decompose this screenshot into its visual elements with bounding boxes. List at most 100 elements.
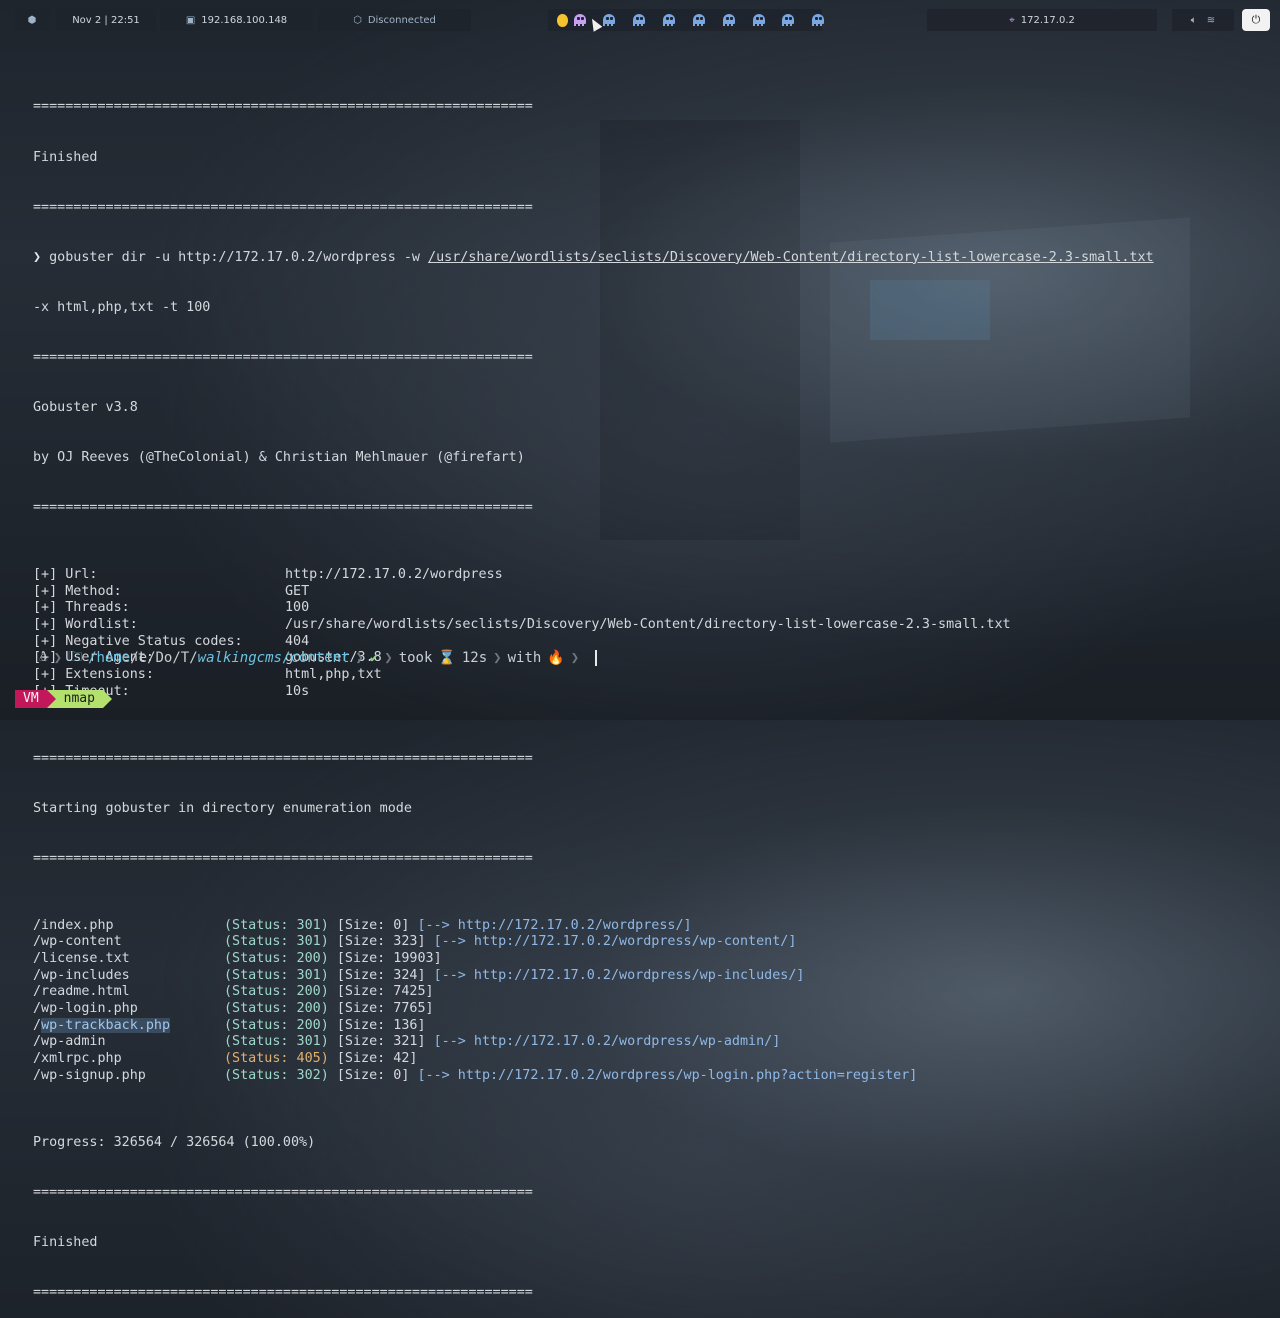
workspace-ghost-icon[interactable] xyxy=(692,14,705,26)
separator-line: ========================================… xyxy=(33,99,533,115)
wifi-icon[interactable]: ≋ xyxy=(1207,15,1215,26)
host-ip-widget[interactable]: ▣ 192.168.100.148 xyxy=(160,9,313,31)
chevron-right-icon: ❯ xyxy=(53,650,63,666)
powerline-separator xyxy=(46,690,56,708)
config-value: /usr/share/wordlists/seclists/Discovery/… xyxy=(285,617,1011,633)
config-row: [+] Timeout:10s xyxy=(33,684,1280,701)
result-size: [Size: 321] xyxy=(336,1034,426,1050)
workspace-ghost-icon[interactable] xyxy=(633,14,645,26)
result-path: /index.php xyxy=(33,917,114,933)
dir-walkingcms: walkingcms xyxy=(197,650,282,666)
config-row: [+] Url: http://172.17.0.2/wordpress xyxy=(33,567,1280,584)
target-ip-widget[interactable]: ⌖ 172.17.0.2 xyxy=(927,9,1157,31)
volume-icon[interactable]: 🔈︎ xyxy=(1191,15,1197,26)
shell-prompt[interactable]: 🐧︎ ❯ 🗀 /home/e/Do/T/walkingcms/content ❯… xyxy=(33,648,598,668)
result-size: [Size: 324] xyxy=(336,967,426,983)
workspace-ghost-icon[interactable] xyxy=(752,14,765,26)
config-value: GET xyxy=(285,583,310,599)
result-status: (Status: 200) xyxy=(224,984,329,1000)
workspace-ghost-icon[interactable] xyxy=(573,14,586,26)
with-label: with xyxy=(507,650,542,666)
text-cursor xyxy=(595,650,598,666)
separator-line: ========================================… xyxy=(33,1184,533,1200)
chevron-right-icon: ❯ xyxy=(570,650,580,666)
result-row: /license.txt (Status: 200) [Size: 19903] xyxy=(33,951,1280,968)
result-size: [Size: 136] xyxy=(336,1017,426,1033)
result-path: /license.txt xyxy=(33,950,130,966)
dir-home: /home xyxy=(88,650,131,666)
workspace-ghost-icon[interactable] xyxy=(812,14,824,26)
wordlist-path: /usr/share/wordlists/seclists/Discovery/… xyxy=(428,249,1154,265)
authors-text: by OJ Reeves (@TheColonial) & Christian … xyxy=(33,450,525,466)
result-row: /wp-login.php (Status: 200) [Size: 7765] xyxy=(33,1001,1280,1018)
target-icon: ⌖ xyxy=(1009,14,1015,26)
chevron-right-icon: ❯ xyxy=(493,650,502,666)
workspace-ghost-icon[interactable] xyxy=(722,14,735,26)
result-size: [Size: 0] xyxy=(336,1067,410,1083)
config-key: [+] Wordlist: xyxy=(33,617,138,633)
monitor-icon: ▣ xyxy=(185,14,196,26)
command-line-cont: -x html,php,txt -t 100 xyxy=(33,299,211,315)
result-row: /wp-trackback.php (Status: 200) [Size: 13… xyxy=(33,1017,1280,1035)
datetime-widget[interactable]: Nov 2 | 22:51 xyxy=(56,9,156,31)
result-path: /wp-admin xyxy=(33,1034,106,1050)
target-ip-text: 172.17.0.2 xyxy=(1020,14,1075,26)
result-row: /xmlrpc.php (Status: 405) [Size: 42] xyxy=(33,1051,1280,1068)
result-redirect: [--> http://172.17.0.2/wordpress/] xyxy=(417,917,692,933)
launcher-button[interactable]: ⬢ xyxy=(15,9,49,31)
command-text: gobuster dir -u http://172.17.0.2/wordpr… xyxy=(49,249,429,265)
result-status: (Status: 301) xyxy=(224,934,329,950)
workspace-ghost-icon[interactable] xyxy=(663,14,675,26)
config-key: [+] Threads: xyxy=(33,600,130,616)
result-path: /wp-trackback.php xyxy=(33,1017,224,1035)
finished-text: Finished xyxy=(33,1234,98,1250)
result-status: (Status: 200) xyxy=(224,1017,329,1033)
chevron-right-icon: ❯ xyxy=(384,650,393,666)
result-path-prefix: / xyxy=(33,1017,42,1033)
system-tray: 🔈︎ ≋ xyxy=(1172,9,1234,31)
tmux-session[interactable]: VM xyxy=(15,690,47,708)
cube-icon: ⬢ xyxy=(27,14,37,26)
penguin-icon: 🐧︎ xyxy=(39,649,48,665)
config-row: [+] Threads: 100 xyxy=(33,600,1280,617)
result-row: /wp-signup.php (Status: 302) [Size: 0] [-… xyxy=(33,1068,1280,1085)
separator-line: ========================================… xyxy=(33,750,533,766)
result-status: (Status: 302) xyxy=(224,1067,329,1083)
powerline-separator xyxy=(102,690,112,708)
result-size: [Size: 323] xyxy=(336,934,426,950)
result-path: /wp-includes xyxy=(33,967,130,983)
result-size: [Size: 7765] xyxy=(336,1000,434,1016)
terminal-output[interactable]: ========================================… xyxy=(33,66,1280,1318)
config-block: [+] Url: http://172.17.0.2/wordpress [+] M… xyxy=(33,567,1280,701)
result-redirect: [--> http://172.17.0.2/wordpress/wp-admi… xyxy=(433,1034,781,1050)
prompt-arrow-icon: ❯ xyxy=(33,249,42,265)
check-icon: ✔ xyxy=(369,650,379,666)
workspace-ghost-icon[interactable] xyxy=(603,14,616,26)
result-status: (Status: 301) xyxy=(224,1034,329,1050)
config-value: 10s xyxy=(285,683,310,699)
version-text: Gobuster v3.8 xyxy=(33,399,138,415)
tmux-status-bar: VM nmap xyxy=(15,690,112,708)
dir-mid: /e/Do/T/ xyxy=(130,650,198,666)
result-redirect: [--> http://172.17.0.2/wordpress/wp-cont… xyxy=(433,934,797,950)
command-line: ❯ gobuster dir -u http://172.17.0.2/word… xyxy=(33,250,1280,267)
tmux-window[interactable]: nmap xyxy=(55,690,103,708)
result-redirect: [--> http://172.17.0.2/wordpress/wp-logi… xyxy=(417,1067,918,1083)
power-icon: ⏻ xyxy=(1251,13,1261,26)
workspace-indicator-dot[interactable] xyxy=(557,13,568,27)
config-row: [+] Wordlist: /usr/share/wordlists/seclis… xyxy=(33,617,1280,634)
power-button[interactable]: ⏻ xyxy=(1242,9,1270,31)
selected-text[interactable]: wp-trackback.php xyxy=(41,1017,171,1033)
hourglass-icon: ⌛ xyxy=(438,650,456,666)
dir-last: /content xyxy=(281,650,350,666)
took-value: 12s xyxy=(461,650,488,666)
vpn-icon: ⬡ xyxy=(353,14,362,26)
result-path: /wp-signup.php xyxy=(33,1067,146,1083)
workspace-ghost-icon[interactable] xyxy=(782,14,795,26)
config-key: [+] Url: xyxy=(33,566,98,582)
result-path: /wp-login.php xyxy=(33,1000,138,1016)
result-row: /index.php (Status: 301) [Size: 0] [--> h… xyxy=(33,918,1280,935)
result-size: [Size: 42] xyxy=(336,1051,418,1067)
folder-icon: 🗀 xyxy=(68,649,83,665)
vpn-status-widget[interactable]: ⬡ Disconnected xyxy=(318,9,471,31)
